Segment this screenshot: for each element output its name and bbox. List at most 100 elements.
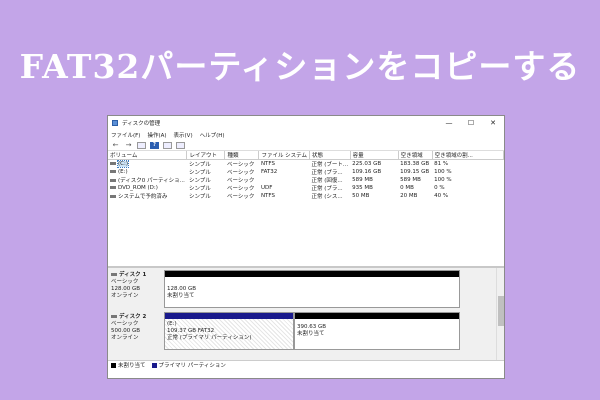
- disk-label[interactable]: ディスク 2 ベーシック 500.00 GB オンライン: [111, 312, 163, 350]
- table-cell: 589 MB: [352, 177, 373, 183]
- table-cell: FAT32: [260, 169, 278, 175]
- table-row[interactable]: システムで予約済み シンプル ベーシック NTFS 正常 (シス... 50 M…: [108, 192, 504, 200]
- table-cell: シンプル: [188, 162, 211, 168]
- partition-size-fs: 109.37 GB FAT32: [167, 328, 215, 334]
- menu-bar: ファイル(F) 操作(A) 表示(V) ヘルプ(H): [108, 130, 504, 140]
- disk-label[interactable]: ディスク 1 ベーシック 128.00 GB オンライン: [111, 270, 163, 308]
- maximize-button[interactable]: ☐: [460, 119, 482, 127]
- table-cell: 935 MB: [352, 185, 373, 191]
- table-cell: 40 %: [434, 193, 449, 199]
- vertical-scrollbar[interactable]: [496, 268, 504, 360]
- table-cell: [259, 176, 310, 184]
- table-cell: シンプル: [188, 178, 211, 184]
- disk-name: ディスク 2: [119, 314, 147, 320]
- table-cell: 正常 (プラ...: [311, 186, 343, 192]
- table-row[interactable]: (ディスク0 パーティショ... シンプル ベーシック 正常 (回復... 58…: [108, 176, 504, 184]
- disk-type: ベーシック: [111, 279, 139, 285]
- partition-status: 未割り当て: [167, 293, 195, 299]
- table-cell: 225.03 GB: [352, 161, 382, 167]
- disk-status: オンライン: [111, 335, 139, 341]
- volume-table: ボリューム レイアウト 種類 ファイル システム 状態 容量 空き領域 空き領域…: [108, 151, 504, 200]
- column-header[interactable]: 空き領域の割...: [432, 151, 504, 160]
- table-cell: ベーシック: [226, 178, 255, 184]
- scrollbar-thumb[interactable]: [498, 296, 504, 326]
- table-cell: ベーシック: [226, 162, 255, 168]
- disk-status: オンライン: [111, 293, 139, 299]
- volume-name: システムで予約済み: [118, 194, 168, 200]
- partition-e-drive[interactable]: (E:) 109.37 GB FAT32 正常 (プライマリ パーティション): [164, 312, 294, 350]
- table-cell: 589 MB: [400, 177, 421, 183]
- table-cell: シンプル: [188, 170, 211, 176]
- volume-name: (C:): [117, 160, 129, 168]
- table-cell: 100 %: [434, 169, 452, 175]
- column-header[interactable]: 状態: [309, 151, 351, 160]
- partition-size: 128.00 GB: [167, 286, 197, 292]
- table-cell: 正常 (プラ...: [311, 170, 343, 176]
- legend: 未割り当て プライマリ パーティション: [108, 360, 504, 369]
- forward-icon[interactable]: →: [124, 141, 133, 149]
- list-icon[interactable]: [163, 141, 172, 149]
- minimize-button[interactable]: —: [438, 119, 460, 127]
- partition-unallocated[interactable]: 128.00 GB 未割り当て: [164, 270, 460, 308]
- table-cell: 20 MB: [400, 193, 418, 199]
- legend-swatch-primary: [151, 363, 157, 368]
- menu-action[interactable]: 操作(A): [147, 131, 166, 139]
- table-cell: NTFS: [260, 161, 275, 167]
- table-cell: シンプル: [188, 186, 211, 192]
- disk-type: ベーシック: [111, 321, 139, 327]
- disk-graphical-view: ディスク 1 ベーシック 128.00 GB オンライン 128.00 GB 未…: [108, 268, 504, 360]
- table-cell: 正常 (回復...: [311, 178, 343, 184]
- column-header[interactable]: レイアウト: [186, 151, 226, 160]
- disk-management-window: ディスクの管理 — ☐ ✕ ファイル(F) 操作(A) 表示(V) ヘルプ(H)…: [107, 115, 505, 379]
- column-header[interactable]: 種類: [224, 151, 260, 160]
- menu-help[interactable]: ヘルプ(H): [200, 131, 225, 139]
- disk-name: ディスク 1: [119, 272, 147, 278]
- table-cell: シンプル: [188, 194, 211, 200]
- partition-size: 390.63 GB: [297, 324, 327, 330]
- table-cell: 正常 (ブート...: [311, 162, 349, 168]
- table-cell: 81 %: [434, 161, 449, 167]
- disk-icon: [111, 315, 117, 318]
- volume-name: (E:): [118, 169, 128, 175]
- panel-icon[interactable]: [176, 141, 185, 149]
- disk-size: 128.00 GB: [111, 286, 141, 292]
- drive-icon: [110, 170, 116, 173]
- drive-icon: [110, 179, 116, 182]
- title-bar: ディスクの管理 — ☐ ✕: [108, 116, 504, 130]
- drive-icon: [110, 162, 116, 165]
- column-header[interactable]: 空き領域: [398, 151, 433, 160]
- drive-icon: [110, 195, 116, 198]
- table-row[interactable]: (E:) シンプル ベーシック FAT32 正常 (プラ... 109.16 G…: [108, 168, 504, 176]
- disk-row-1: ディスク 1 ベーシック 128.00 GB オンライン 128.00 GB 未…: [108, 270, 496, 308]
- grid-icon[interactable]: [137, 141, 146, 149]
- column-header[interactable]: 容量: [350, 151, 399, 160]
- help-icon[interactable]: ?: [150, 141, 159, 149]
- table-row[interactable]: (C:) シンプル ベーシック NTFS 正常 (ブート... 225.03 G…: [108, 160, 504, 168]
- status-bar: [108, 369, 504, 378]
- table-cell: 100 %: [434, 177, 452, 183]
- table-cell: 109.16 GB: [352, 169, 382, 175]
- menu-view[interactable]: 表示(V): [174, 131, 193, 139]
- close-button[interactable]: ✕: [482, 119, 504, 127]
- toolbar: ← → ?: [108, 140, 504, 151]
- dvd-drive-icon: [110, 186, 116, 189]
- volume-name: (ディスク0 パーティショ...: [118, 178, 185, 184]
- volume-name: DVD_ROM (D:): [118, 185, 158, 191]
- back-icon[interactable]: ←: [111, 141, 120, 149]
- table-cell: 0 %: [434, 185, 445, 191]
- table-row[interactable]: DVD_ROM (D:) シンプル ベーシック UDF 正常 (プラ... 93…: [108, 184, 504, 192]
- menu-file[interactable]: ファイル(F): [111, 131, 140, 139]
- partition-status: 未割り当て: [297, 331, 325, 337]
- table-cell: 109.15 GB: [400, 169, 430, 175]
- banner-title: FAT32パーティションをコピーする: [19, 47, 581, 86]
- table-cell: 0 MB: [400, 185, 414, 191]
- table-cell: NTFS: [260, 193, 275, 199]
- disk-row-2: ディスク 2 ベーシック 500.00 GB オンライン (E:) 109.37…: [108, 312, 496, 350]
- partition-label: (E:): [167, 321, 177, 327]
- column-header[interactable]: ファイル システム: [258, 151, 311, 160]
- column-header[interactable]: ボリューム: [108, 151, 188, 160]
- partition-unallocated[interactable]: 390.63 GB 未割り当て: [294, 312, 460, 350]
- table-cell: 183.38 GB: [400, 161, 430, 167]
- volume-table-header: ボリューム レイアウト 種類 ファイル システム 状態 容量 空き領域 空き領域…: [108, 151, 504, 160]
- disk-icon: [111, 273, 117, 276]
